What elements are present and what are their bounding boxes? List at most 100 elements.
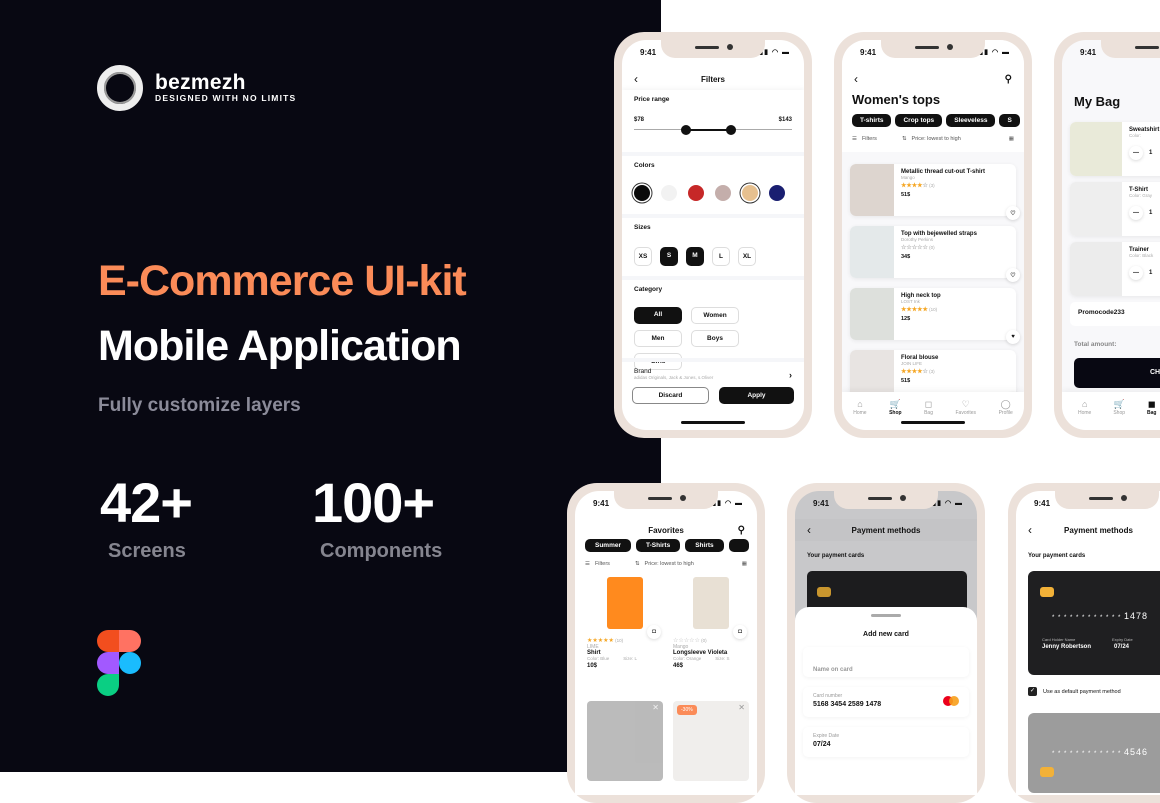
favorite-heart-icon[interactable]: ♡: [1006, 268, 1020, 282]
payment-card-primary[interactable]: * * * * * * * * * * * * 1478 Card Holder…: [1028, 571, 1160, 675]
favorite-product[interactable]: ◘ ☆☆☆☆☆ (0) Mango Longsleeve Violeta Color: …: [673, 577, 751, 669]
filters-button[interactable]: Filters: [862, 136, 902, 142]
product-image[interactable]: [850, 164, 894, 216]
add-to-bag-icon[interactable]: ◘: [733, 625, 747, 639]
discard-button[interactable]: Discard: [632, 387, 709, 404]
rating-count: (0): [699, 638, 707, 643]
sort-button[interactable]: Price: lowest to high: [645, 561, 742, 567]
brand-row[interactable]: Brand adidas Originals, Jack & Jones, s.…: [622, 358, 804, 388]
category-chip[interactable]: Crop tops: [895, 114, 943, 127]
promo-code-field[interactable]: Promocode233: [1070, 302, 1160, 326]
category-option[interactable]: All: [634, 307, 682, 324]
grid-view-icon[interactable]: ▦: [1009, 136, 1014, 142]
category-chip[interactable]: S: [999, 114, 1020, 127]
slider-handle-min[interactable]: [681, 125, 691, 135]
size-option[interactable]: L: [712, 247, 730, 266]
quantity-stepper[interactable]: —1: [1129, 146, 1160, 160]
remove-icon[interactable]: ✕: [738, 703, 745, 712]
grid-view-icon[interactable]: ▦: [742, 561, 747, 567]
name-on-card-field[interactable]: Name on card: [803, 647, 969, 677]
sheet-title: Add new card: [863, 631, 909, 638]
favorite-product[interactable]: ◘ ★★★★★ (10) LIME Shirt Color: Blue Size: L 10…: [587, 577, 665, 669]
product-image[interactable]: -30% ✕: [673, 701, 749, 781]
price-max: $143: [778, 117, 792, 123]
sort-button[interactable]: Price: lowest to high: [912, 136, 1009, 142]
apply-button[interactable]: Apply: [719, 387, 794, 404]
filter-icon[interactable]: ☰: [585, 561, 590, 567]
category-chip[interactable]: [728, 539, 749, 552]
category-chip[interactable]: Summer: [585, 539, 632, 552]
favorite-heart-icon[interactable]: ♥: [1006, 330, 1020, 344]
rating-count: (3): [927, 183, 935, 188]
size-option[interactable]: XS: [634, 247, 652, 266]
color-swatch[interactable]: [688, 185, 704, 201]
decrease-button[interactable]: —: [1129, 266, 1143, 280]
category-option[interactable]: Men: [634, 330, 682, 347]
add-to-bag-icon[interactable]: ◘: [647, 625, 661, 639]
category-option[interactable]: Boys: [691, 330, 739, 347]
tab-profile[interactable]: ◯ Profile: [999, 399, 1013, 430]
back-icon[interactable]: ‹: [807, 523, 811, 537]
category-option[interactable]: Women: [691, 307, 739, 324]
size-option[interactable]: S: [660, 247, 678, 266]
default-checkbox[interactable]: ✓: [1028, 687, 1037, 696]
price-slider[interactable]: [634, 125, 792, 135]
quantity-stepper[interactable]: —1: [1129, 206, 1160, 220]
category-chip[interactable]: Sleeveless: [946, 114, 996, 127]
color-swatch[interactable]: [715, 185, 731, 201]
product-info: Top with bejewelled straps Dorothy Perkin…: [894, 226, 1020, 282]
decrease-button[interactable]: —: [1129, 206, 1143, 220]
back-icon[interactable]: ‹: [854, 72, 858, 86]
filters-button[interactable]: Filters: [595, 561, 635, 567]
bag-icon: ◼: [1148, 399, 1156, 409]
tab-bag[interactable]: ◼ Bag: [1147, 399, 1156, 430]
favorite-heart-icon[interactable]: ♡: [1006, 206, 1020, 220]
size-option[interactable]: M: [686, 247, 704, 266]
search-icon[interactable]: ⚲: [738, 525, 745, 536]
slider-handle-max[interactable]: [726, 125, 736, 135]
product-card[interactable]: Top with bejewelled straps Dorothy Perkin…: [850, 226, 1020, 282]
color-swatch[interactable]: [742, 185, 758, 201]
product-size: Size: L: [623, 656, 638, 661]
remove-icon[interactable]: ✕: [652, 703, 659, 712]
color-swatch[interactable]: [769, 185, 785, 201]
bag-item[interactable]: T-Shirt Color: Gray —1: [1070, 182, 1160, 236]
search-icon[interactable]: ⚲: [1005, 74, 1012, 85]
tab-shop[interactable]: 🛒 Shop: [1113, 399, 1125, 430]
category-chip[interactable]: Shirts: [685, 539, 724, 552]
tab-home[interactable]: ⌂ Home: [853, 399, 866, 430]
back-icon[interactable]: ‹: [634, 72, 638, 86]
brand-value: adidas Originals, Jack & Jones, s.Oliver: [634, 375, 714, 380]
card-number-field[interactable]: Card number 5168 3454 2589 1478: [803, 687, 969, 717]
brand-name: bezmezh: [155, 71, 246, 94]
tab-shop[interactable]: 🛒 Shop: [889, 399, 902, 430]
expire-date-field[interactable]: Expire Date 07/24: [803, 727, 969, 757]
product-image[interactable]: [850, 288, 894, 340]
size-option[interactable]: XL: [738, 247, 756, 266]
product-card[interactable]: High neck top LOST Ink ★★★★★ (10) 12$ ♥: [850, 288, 1020, 344]
product-image[interactable]: [850, 226, 894, 278]
product-color: Color: Black: [1129, 253, 1154, 258]
product-color: Color:: [1129, 133, 1142, 138]
color-swatch[interactable]: [661, 185, 677, 201]
checkout-button[interactable]: CHECK: [1074, 358, 1160, 388]
tab-bag[interactable]: ◻ Bag: [924, 399, 933, 430]
category-chip[interactable]: T-Shirts: [636, 539, 681, 552]
product-image[interactable]: ✕: [587, 701, 663, 781]
product-card[interactable]: Metallic thread cut-out T-shirt Mango ★★★★…: [850, 164, 1020, 220]
filter-icon[interactable]: ☰: [852, 136, 857, 142]
product-image: [1070, 122, 1122, 176]
tab-home[interactable]: ⌂ Home: [1078, 399, 1091, 430]
bag-item[interactable]: Trainer Color: Black —1: [1070, 242, 1160, 296]
bag-item[interactable]: Sweatshirt Color: —1: [1070, 122, 1160, 176]
payment-card-secondary[interactable]: * * * * * * * * * * * * 4546: [1028, 713, 1160, 793]
status-time: 9:41: [640, 48, 657, 57]
category-chip[interactable]: T-shirts: [852, 114, 892, 127]
back-icon[interactable]: ‹: [1028, 523, 1032, 537]
color-swatch[interactable]: [634, 185, 650, 201]
quantity-stepper[interactable]: —1: [1129, 266, 1160, 280]
decrease-button[interactable]: —: [1129, 146, 1143, 160]
hero-title-accent: E-Commerce UI-kit: [98, 257, 467, 305]
brand-tagline: DESIGNED WITH NO LIMITS: [155, 93, 297, 103]
tab-favorites[interactable]: ♡ Favorites: [956, 399, 977, 430]
